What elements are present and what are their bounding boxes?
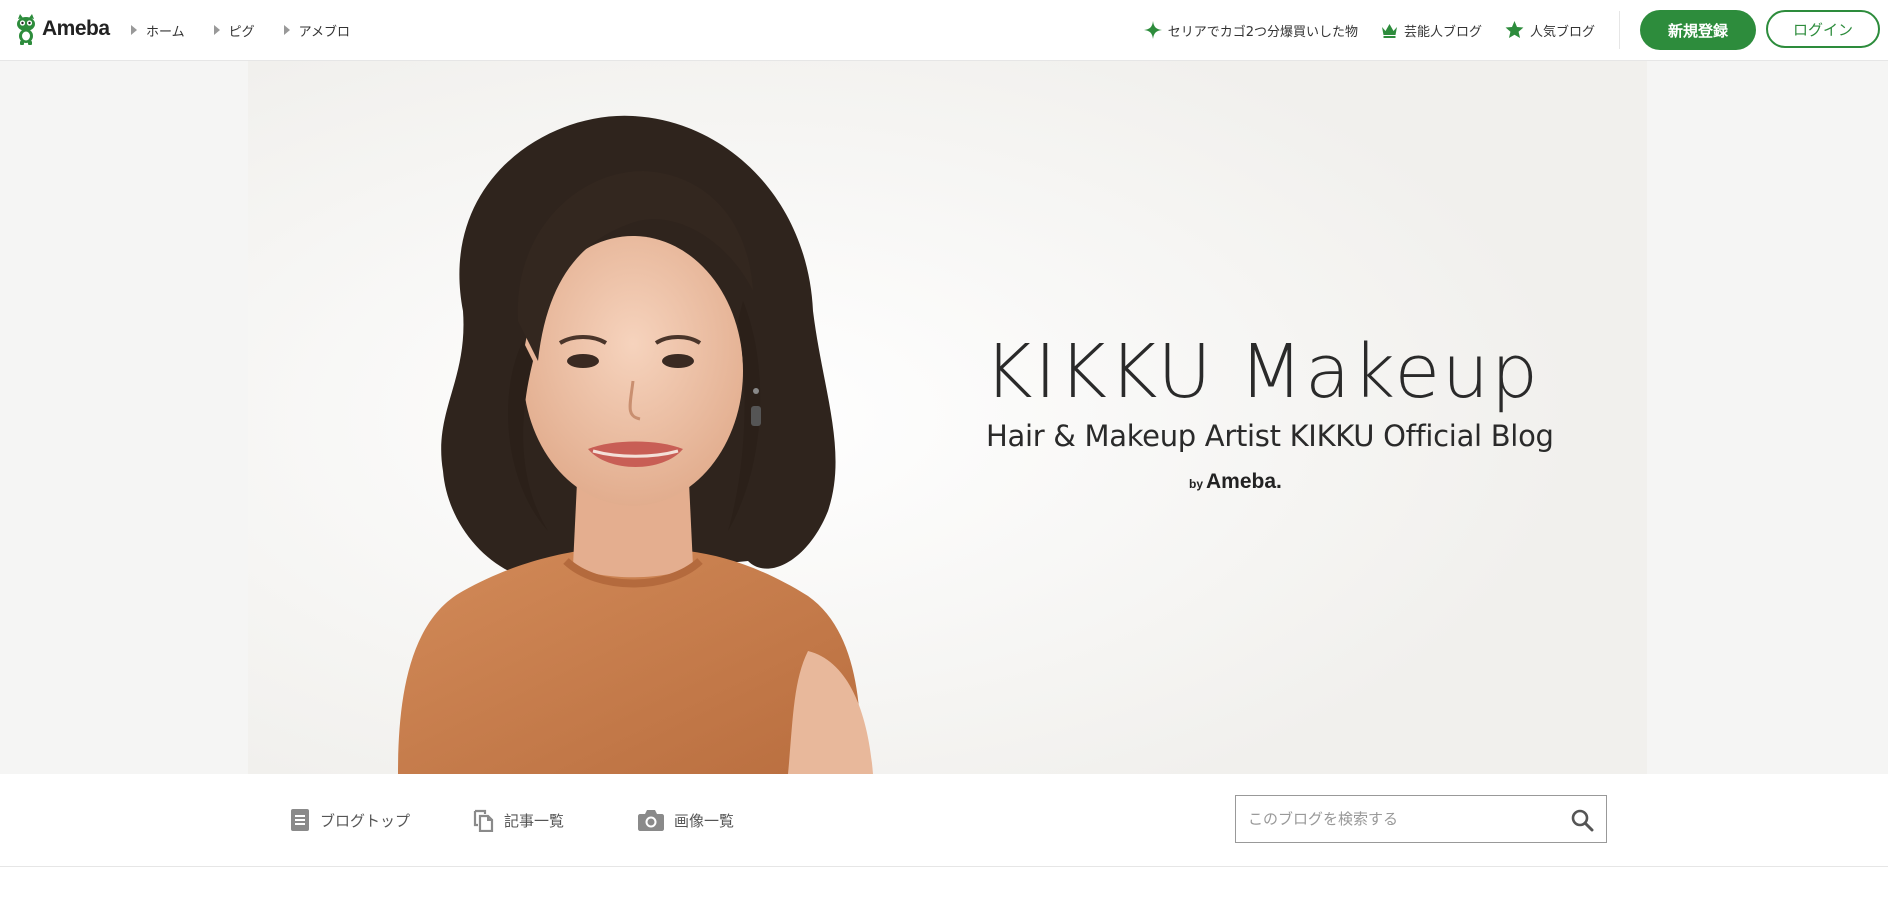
breadcrumb: ホーム ピグ アメブロ bbox=[131, 0, 379, 60]
popular-blog-link[interactable]: 人気ブログ bbox=[1505, 21, 1595, 40]
portrait-illustration bbox=[248, 61, 1647, 774]
breadcrumb-label: ホーム bbox=[146, 24, 185, 40]
ameba-brand: Ameba. bbox=[1206, 470, 1282, 493]
search-icon bbox=[1571, 809, 1594, 832]
popular-blog-label: 人気ブログ bbox=[1529, 24, 1595, 40]
breadcrumb-label: アメブロ bbox=[298, 24, 350, 40]
star-icon bbox=[1505, 21, 1524, 39]
triangle-right-icon bbox=[283, 25, 290, 35]
copy-list-icon bbox=[473, 809, 494, 832]
login-button[interactable]: ログイン bbox=[1766, 10, 1880, 48]
document-icon bbox=[291, 809, 309, 831]
breadcrumb-ameblo[interactable]: アメブロ bbox=[283, 21, 350, 40]
blog-subtitle: Hair & Makeup Artist KIKKU Official Blog bbox=[986, 419, 1554, 453]
nav-image-list-label: 画像一覧 bbox=[674, 811, 735, 830]
search-button[interactable] bbox=[1566, 804, 1598, 836]
nav-blog-top[interactable]: ブログトップ bbox=[290, 774, 410, 866]
breadcrumb-home[interactable]: ホーム bbox=[131, 21, 185, 40]
breadcrumb-label: ピグ bbox=[228, 24, 255, 40]
breadcrumb-pigg[interactable]: ピグ bbox=[213, 21, 255, 40]
blog-search-input[interactable] bbox=[1236, 796, 1556, 842]
celebrity-blog-label: 芸能人ブログ bbox=[1403, 24, 1482, 40]
by-ameba: by Ameba. bbox=[1189, 470, 1282, 494]
header-links: セリアでカゴ2つ分爆買いした物 芸能人ブログ 人気ブログ bbox=[1121, 0, 1595, 60]
blog-menu-bar: ブログトップ 記事一覧 画像一覧 bbox=[0, 774, 1888, 867]
blog-title: KIKKU Makeup bbox=[984, 329, 1540, 415]
signup-button[interactable]: 新規登録 bbox=[1640, 10, 1756, 50]
ameba-logo[interactable]: Ameba bbox=[14, 13, 110, 45]
crown-icon bbox=[1381, 23, 1397, 38]
triangle-right-icon bbox=[213, 25, 220, 35]
nav-image-list[interactable]: 画像一覧 bbox=[638, 774, 734, 866]
header-divider bbox=[1619, 11, 1620, 49]
blog-header-image[interactable]: KIKKU Makeup Hair & Makeup Artist KIKKU … bbox=[248, 61, 1647, 774]
global-header: Ameba ホーム ピグ アメブロ セリアでカゴ2つ分爆買いした物 芸能人ブログ… bbox=[0, 0, 1888, 61]
ameba-logo-text: Ameba bbox=[42, 17, 110, 40]
nav-article-list-label: 記事一覧 bbox=[504, 811, 565, 830]
blog-search bbox=[1235, 795, 1607, 843]
celebrity-blog-link[interactable]: 芸能人ブログ bbox=[1381, 21, 1482, 40]
nav-article-list[interactable]: 記事一覧 bbox=[472, 774, 564, 866]
ameba-mascot-icon bbox=[17, 14, 35, 45]
nav-blog-top-label: ブログトップ bbox=[320, 811, 411, 830]
camera-icon bbox=[638, 810, 664, 831]
trending-topic-link[interactable]: セリアでカゴ2つ分爆買いした物 bbox=[1143, 21, 1358, 40]
blog-header-area: KIKKU Makeup Hair & Makeup Artist KIKKU … bbox=[0, 61, 1888, 774]
triangle-right-icon bbox=[131, 25, 137, 35]
sparkle-icon bbox=[1143, 21, 1162, 39]
by-label: by bbox=[1189, 477, 1204, 491]
trending-topic-label: セリアでカゴ2つ分爆買いした物 bbox=[1167, 24, 1358, 40]
